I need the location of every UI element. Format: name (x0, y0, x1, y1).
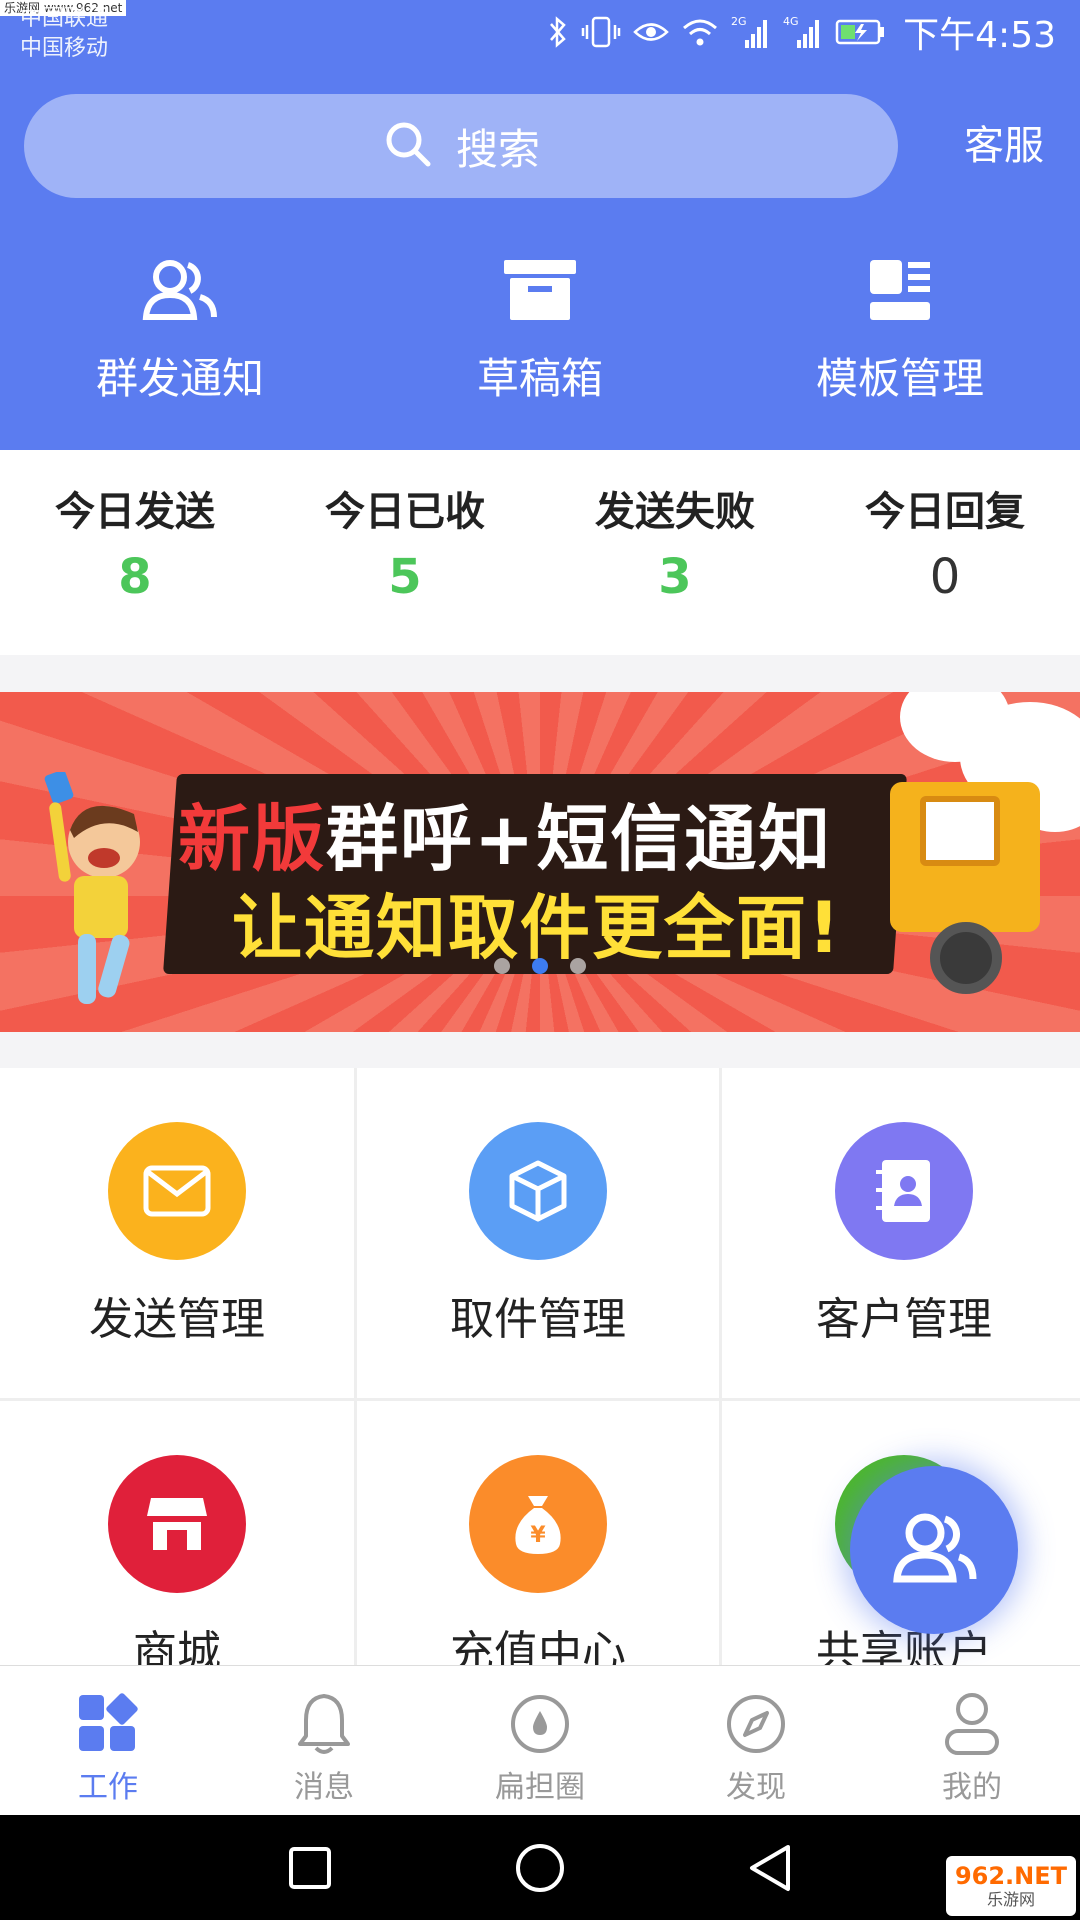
user-icon (943, 1688, 1001, 1760)
floating-contacts-button[interactable] (850, 1466, 1018, 1634)
status-icons: 2G 4G 下午4:53 (547, 12, 1056, 56)
grid-item-recharge-center[interactable]: ¥ 充值中心 (357, 1401, 719, 1668)
search-input[interactable]: 搜索 (24, 94, 898, 198)
eye-icon (633, 14, 669, 50)
grid-item-label: 客户管理 (816, 1294, 992, 1345)
grid-item-pickup-management[interactable]: 取件管理 (357, 1068, 719, 1398)
quick-action-templates[interactable]: 模板管理 (720, 255, 1080, 415)
grid-item-label: 商城 (133, 1627, 221, 1668)
tab-label: 发现 (726, 1770, 786, 1805)
tab-label: 消息 (294, 1770, 354, 1805)
stat-value: 0 (929, 549, 961, 605)
search-row: 搜索 客服 (0, 94, 1080, 198)
tab-circle[interactable]: 扁担圈 (432, 1666, 648, 1815)
grid-item-shop[interactable]: 商城 (0, 1401, 354, 1668)
tab-profile[interactable]: 我的 (864, 1666, 1080, 1815)
bell-icon (296, 1688, 352, 1760)
home-button[interactable] (510, 1838, 570, 1898)
cartoon-boy-image (44, 772, 140, 1004)
tab-label: 工作 (78, 1770, 138, 1805)
pagination-dot[interactable] (494, 958, 510, 974)
quick-action-label: 草稿箱 (476, 354, 603, 403)
mail-icon (108, 1122, 246, 1260)
pagination-dot[interactable] (570, 958, 586, 974)
tab-work[interactable]: 工作 (0, 1666, 216, 1815)
pagination-dot-active[interactable] (532, 958, 548, 974)
truck-window (920, 796, 1000, 866)
bottom-tab-bar: 工作 消息 扁担圈 发现 我的 (0, 1665, 1080, 1815)
tab-discover[interactable]: 发现 (648, 1666, 864, 1815)
banner-title-highlight: 新版 (178, 797, 327, 881)
carrier-secondary: 中国移动 (20, 36, 109, 61)
money-bag-icon: ¥ (469, 1455, 607, 1593)
quick-action-broadcast[interactable]: 群发通知 (0, 255, 360, 415)
watermark-brand: 962.NET (954, 1862, 1068, 1890)
template-icon (868, 255, 932, 325)
today-stats: 今日发送 8 今日已收 5 发送失败 3 今日回复 0 (0, 450, 1080, 655)
tab-label: 扁担圈 (495, 1770, 585, 1805)
system-nav-bar: 962.NET 乐游网 (0, 1815, 1080, 1920)
grid-icon (77, 1688, 139, 1760)
group-icon (889, 1511, 979, 1589)
grid-item-label: 充值中心 (450, 1627, 626, 1668)
carrier-primary: 中国联通 (20, 6, 109, 31)
wifi-icon (681, 14, 719, 50)
carrier-info: 中国联通 中国移动 (20, 4, 108, 64)
quick-action-label: 群发通知 (95, 354, 264, 403)
shop-icon (108, 1455, 246, 1593)
drop-circle-icon (509, 1688, 571, 1760)
grid-item-label: 发送管理 (89, 1294, 265, 1345)
box-icon (502, 255, 578, 325)
clock: 下午4:53 (903, 15, 1056, 56)
quick-action-drafts[interactable]: 草稿箱 (360, 255, 720, 415)
group-icon (140, 255, 220, 325)
stat-value: 8 (118, 549, 152, 605)
grid-item-send-management[interactable]: 发送管理 (0, 1068, 354, 1398)
svg-text:2G: 2G (731, 15, 747, 28)
vibrate-icon (581, 14, 621, 50)
bluetooth-icon (547, 14, 569, 50)
package-icon (469, 1122, 607, 1260)
svg-text:¥: ¥ (530, 1523, 546, 1548)
signal-2g-icon: 2G (731, 14, 771, 50)
banner-title-main: 群呼+短信通知 (326, 797, 833, 881)
stat-received[interactable]: 今日已收 5 (270, 450, 540, 655)
tab-messages[interactable]: 消息 (216, 1666, 432, 1815)
banner-title: 新版群呼+短信通知 (178, 780, 832, 885)
header: 乐游网 www.962.net 中国联通 中国移动 2G 4G 下午4:53 搜… (0, 0, 1080, 450)
signal-4g-icon: 4G (783, 14, 823, 50)
stat-label: 今日已收 (325, 489, 485, 535)
grid-item-label: 取件管理 (450, 1294, 626, 1345)
search-icon (382, 118, 434, 174)
recents-button[interactable] (280, 1838, 340, 1898)
tab-label: 我的 (942, 1770, 1002, 1805)
search-placeholder: 搜索 (455, 124, 540, 174)
grid-item-customer-management[interactable]: 客户管理 (722, 1068, 1080, 1398)
stat-value: 3 (658, 549, 692, 605)
battery-icon (835, 14, 885, 50)
stat-label: 发送失败 (595, 489, 755, 535)
svg-text:4G: 4G (783, 15, 799, 28)
contacts-icon (835, 1122, 973, 1260)
stat-label: 今日回复 (865, 489, 1025, 535)
stat-failed[interactable]: 发送失败 3 (540, 450, 810, 655)
quick-actions: 群发通知 草稿箱 模板管理 (0, 255, 1080, 415)
stat-label: 今日发送 (55, 489, 215, 535)
stat-replied[interactable]: 今日回复 0 (810, 450, 1080, 655)
stat-sent[interactable]: 今日发送 8 (0, 450, 270, 655)
back-button[interactable] (740, 1838, 800, 1898)
stat-value: 5 (388, 549, 422, 605)
watermark-logo: 962.NET 乐游网 (946, 1856, 1076, 1916)
watermark-name: 乐游网 (986, 1890, 1035, 1909)
banner-pagination (0, 958, 1080, 974)
compass-icon (725, 1688, 787, 1760)
promo-banner[interactable]: 新版群呼+短信通知 让通知取件更全面! (0, 692, 1080, 1032)
quick-action-label: 模板管理 (815, 354, 984, 403)
customer-service-button[interactable]: 客服 (964, 120, 1044, 172)
grid-item-label: 共享账户 (816, 1627, 992, 1668)
status-bar: 乐游网 www.962.net 中国联通 中国移动 2G 4G 下午4:53 (0, 0, 1080, 70)
